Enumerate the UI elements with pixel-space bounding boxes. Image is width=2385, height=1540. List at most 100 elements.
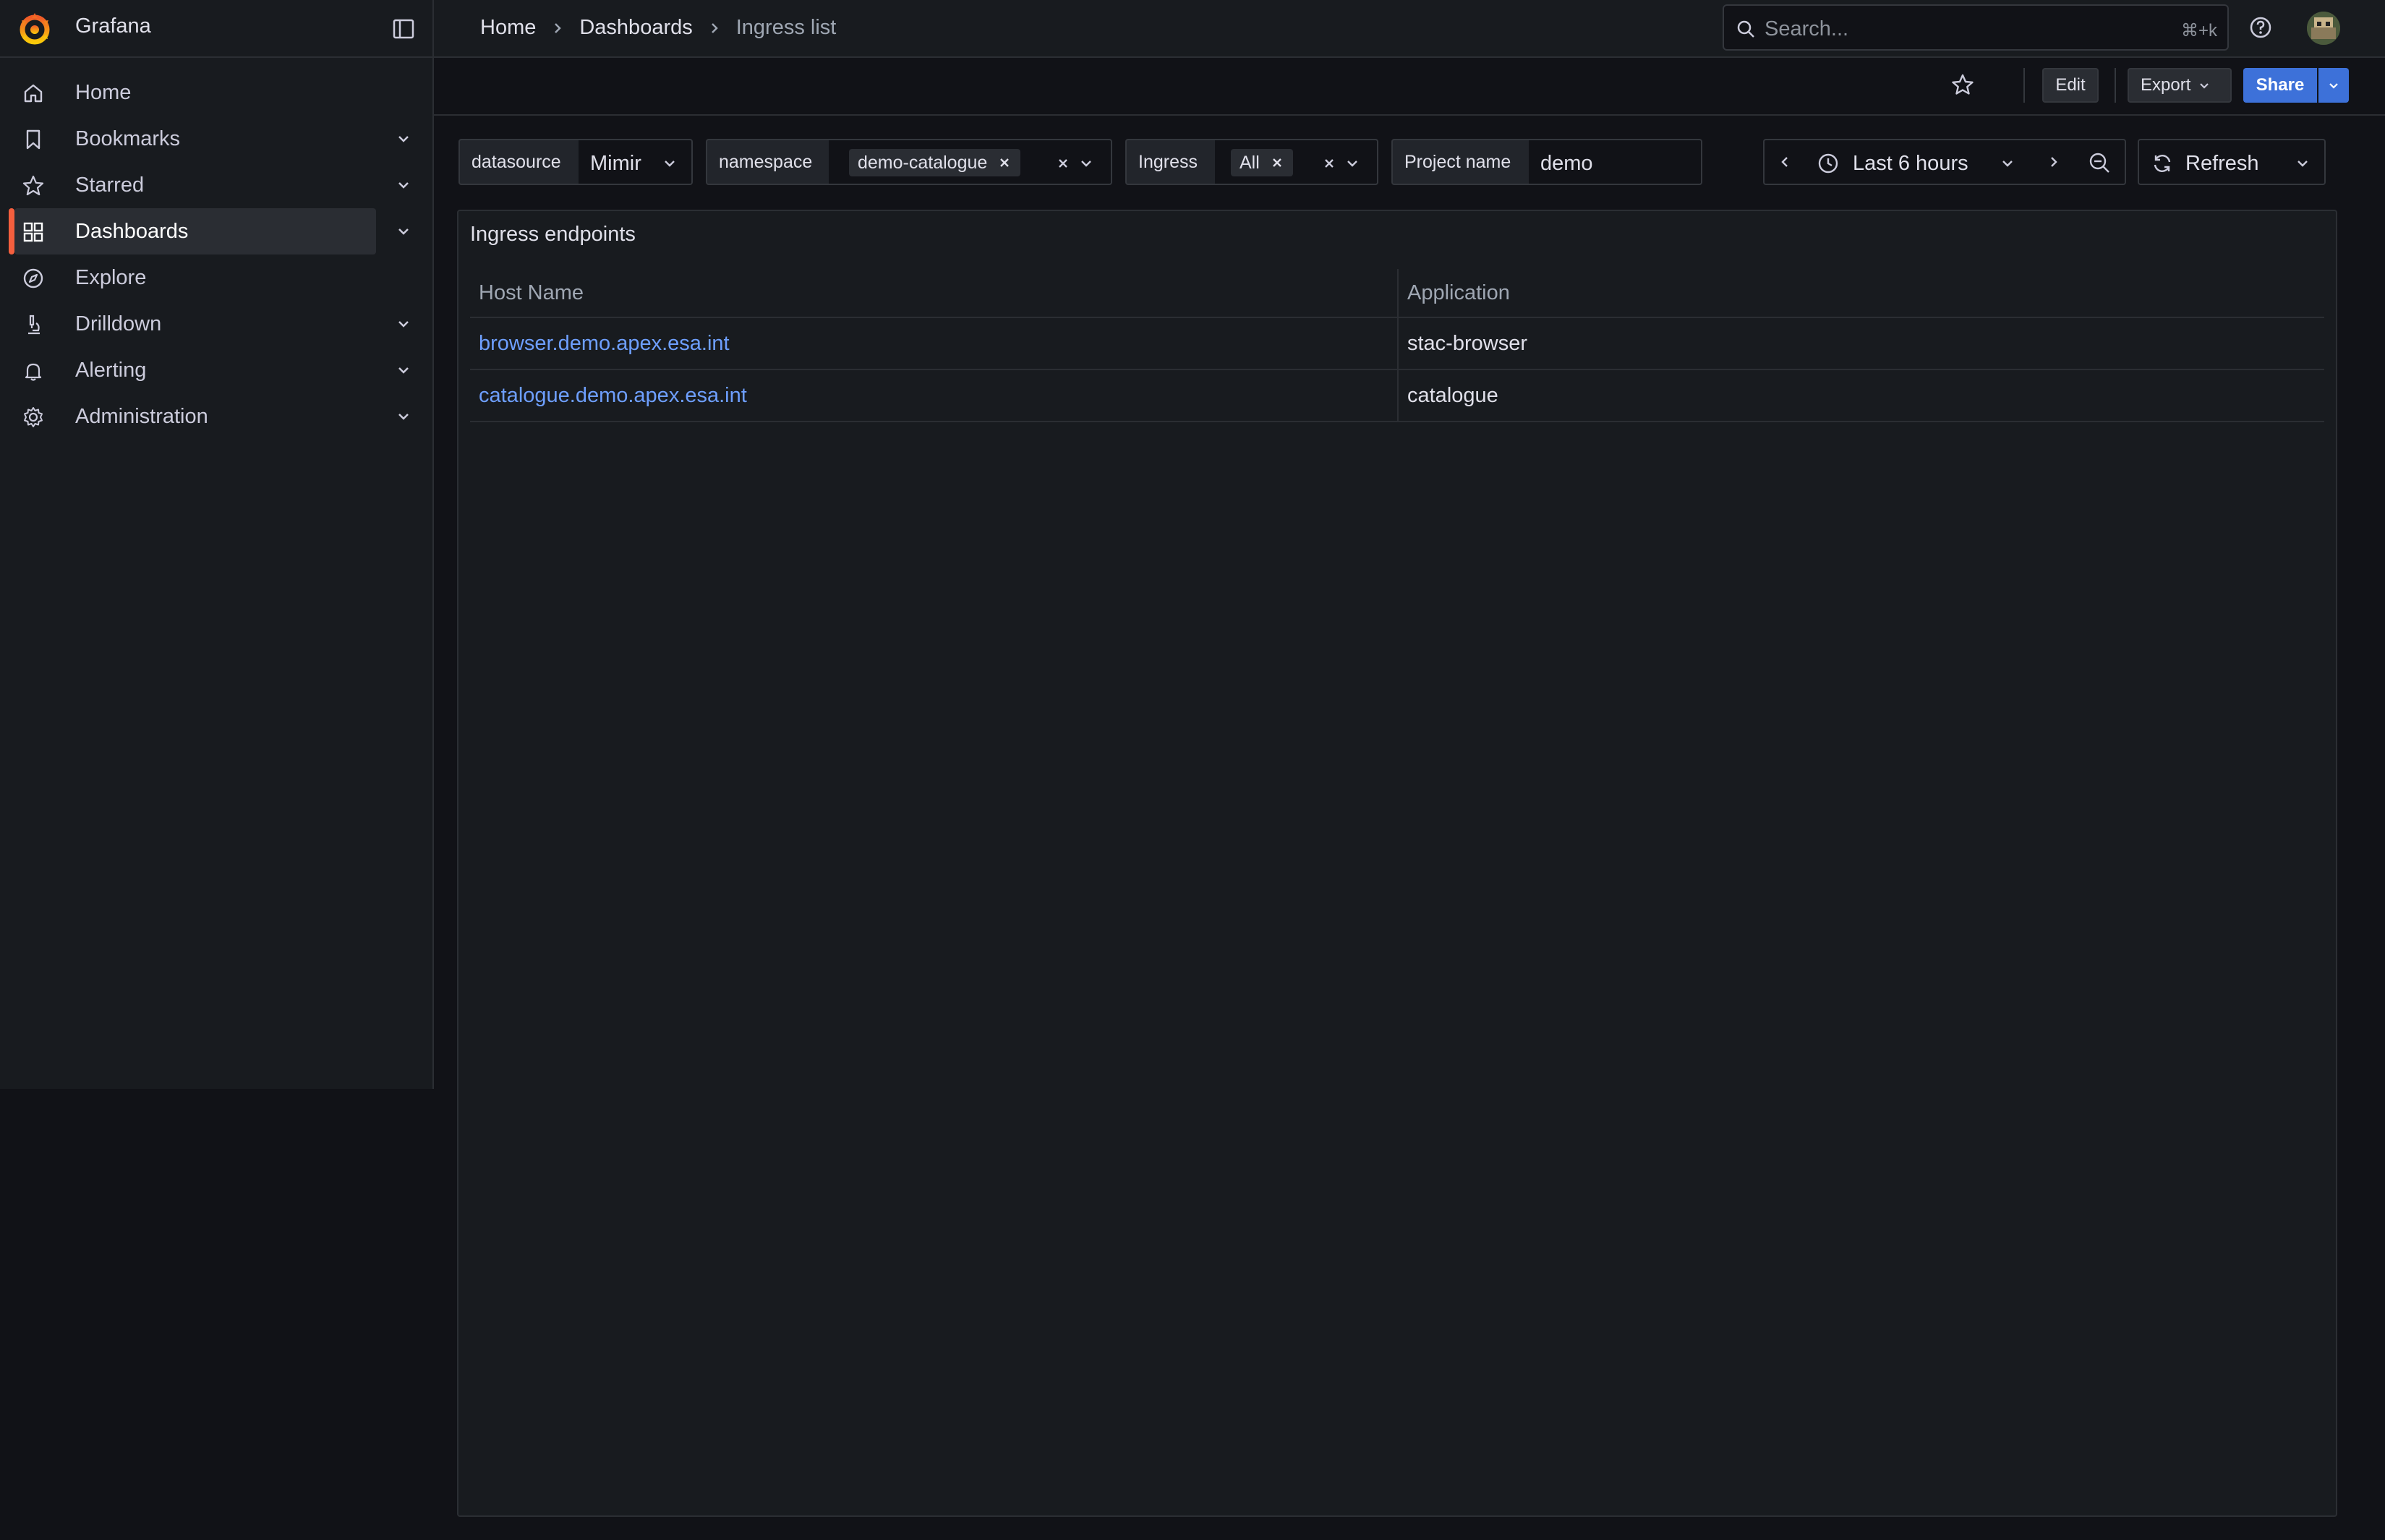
sidebar-item-dashboards[interactable]: Dashboards (0, 208, 432, 254)
top-bar: Grafana Home Dashboards Ingress list Sea… (0, 0, 2385, 58)
host-name-link[interactable]: catalogue.demo.apex.esa.int (470, 370, 747, 421)
breadcrumb-current: Ingress list (735, 16, 837, 39)
chevron-down-icon (665, 161, 675, 167)
sidebar-item-label: Home (75, 81, 132, 104)
search-input[interactable]: Search... ⌘+k (1723, 4, 2229, 51)
remove-chip-icon[interactable] (997, 155, 1012, 170)
sidebar-item-explore[interactable]: Explore (0, 254, 432, 301)
sidebar-item-label: Administration (75, 405, 208, 428)
bookmark-icon (26, 129, 40, 150)
export-button[interactable]: Export (2128, 68, 2232, 103)
share-button[interactable]: Share (2243, 68, 2317, 103)
divider (2023, 68, 2025, 103)
datasource-select[interactable]: Mimir (579, 139, 693, 185)
ingress-chip: All (1231, 149, 1293, 176)
sidebar-item-bookmarks[interactable]: Bookmarks (0, 116, 432, 162)
sidebar-item-label: Bookmarks (75, 127, 181, 150)
namespace-chip-label: demo-catalogue (858, 152, 988, 173)
clock-icon (1818, 153, 1838, 174)
sidebar-item-home[interactable]: Home (0, 69, 432, 116)
search-shortcut: ⌘+k (2180, 21, 2217, 40)
column-divider (1397, 269, 1399, 422)
project-name-value: demo (1540, 152, 1593, 175)
chevron-down-icon[interactable] (395, 176, 412, 194)
microscope-icon (28, 315, 40, 335)
chevron-down-icon (2329, 83, 2338, 89)
chevron-left-icon (1781, 157, 1788, 167)
panel-title[interactable]: Ingress endpoints (470, 223, 636, 247)
share-dropdown-button[interactable] (2318, 68, 2349, 103)
time-range-picker[interactable]: Last 6 hours (1804, 139, 2035, 185)
column-header-host-name[interactable]: Host Name (470, 269, 584, 317)
mark-favorite-star-icon[interactable] (1948, 71, 1977, 100)
star-icon (22, 175, 44, 196)
export-button-label: Export (2141, 75, 2191, 95)
sidebar-item-drilldown[interactable]: Drilldown (0, 301, 432, 347)
project-name-input[interactable]: demo (1529, 139, 1702, 185)
home-icon (24, 84, 43, 103)
cog-icon (24, 407, 43, 427)
variable-label-ingress: Ingress (1125, 139, 1216, 185)
refresh-button[interactable]: Refresh (2138, 139, 2281, 185)
avatar[interactable] (2307, 12, 2340, 45)
chevron-right-icon (711, 22, 718, 33)
sidebar-item-label: Drilldown (75, 312, 162, 335)
sidebar-item-administration[interactable]: Administration (0, 393, 432, 440)
application-cell: catalogue (1407, 383, 1498, 407)
ingress-select[interactable]: All (1215, 139, 1378, 185)
active-indicator (9, 208, 14, 254)
chevron-down-icon (2297, 161, 2308, 167)
sidebar-item-alerting[interactable]: Alerting (0, 347, 432, 393)
time-shift-forward-button[interactable] (2034, 139, 2075, 185)
chevron-down-icon (2200, 83, 2209, 89)
search-placeholder: Search... (1765, 17, 1849, 40)
breadcrumb-dashboards[interactable]: Dashboards (579, 16, 692, 40)
namespace-select[interactable]: demo-catalogue (829, 139, 1112, 185)
time-shift-back-button[interactable] (1763, 139, 1805, 185)
dock-menu-icon[interactable] (391, 16, 417, 42)
ingress-chip-label: All (1240, 152, 1260, 173)
sidebar-item-label: Explore (75, 266, 147, 289)
bell-icon (25, 363, 42, 381)
sidebar-item-label: Dashboards (75, 220, 189, 243)
clear-icon[interactable] (1054, 155, 1072, 172)
chevron-right-icon (2051, 157, 2057, 167)
refresh-interval-dropdown[interactable] (2279, 139, 2326, 185)
app-name: Grafana (75, 14, 151, 38)
ingress-endpoints-panel: Ingress endpoints Host Name Application … (457, 210, 2337, 1517)
sync-icon (2154, 155, 2171, 172)
apps-grid-icon (23, 222, 43, 242)
edit-button[interactable]: Edit (2042, 68, 2099, 103)
zoom-out-icon (2089, 153, 2109, 173)
sidebar-item-label: Starred (75, 174, 145, 197)
chevron-down-icon[interactable] (395, 362, 412, 379)
chevron-down-icon[interactable] (395, 223, 412, 240)
breadcrumb-home[interactable]: Home (480, 16, 536, 40)
sidebar-item-label: Alerting (75, 359, 147, 382)
chevron-down-icon (2002, 161, 2013, 167)
column-header-application[interactable]: Application (1399, 269, 1510, 317)
chevron-down-icon[interactable] (395, 315, 412, 333)
remove-chip-icon[interactable] (1270, 155, 1284, 170)
grafana-logo-icon[interactable] (16, 10, 54, 48)
chevron-down-icon[interactable] (395, 408, 412, 425)
zoom-out-button[interactable] (2074, 139, 2126, 185)
sidebar-item-starred[interactable]: Starred (0, 162, 432, 208)
namespace-chip: demo-catalogue (849, 149, 1021, 176)
refresh-label: Refresh (2185, 152, 2259, 175)
sidebar-nav: Home Bookmarks Starred Dashboards Explor… (0, 58, 434, 1089)
variable-label-namespace: namespace (706, 139, 830, 185)
clear-icon[interactable] (1321, 155, 1338, 172)
divider (434, 114, 2385, 116)
chevron-down-icon[interactable] (1344, 155, 1361, 172)
variable-label-project-name: Project name (1391, 139, 1530, 185)
application-cell: stac-browser (1407, 331, 1527, 355)
help-icon[interactable] (2248, 14, 2274, 40)
chevron-down-icon[interactable] (395, 130, 412, 147)
datasource-value: Mimir (590, 152, 641, 175)
chevron-down-icon[interactable] (1078, 155, 1095, 172)
compass-icon (23, 268, 43, 288)
breadcrumb: Home Dashboards Ingress list (480, 16, 836, 40)
host-name-link[interactable]: browser.demo.apex.esa.int (470, 318, 730, 369)
chevron-right-icon (555, 22, 562, 33)
